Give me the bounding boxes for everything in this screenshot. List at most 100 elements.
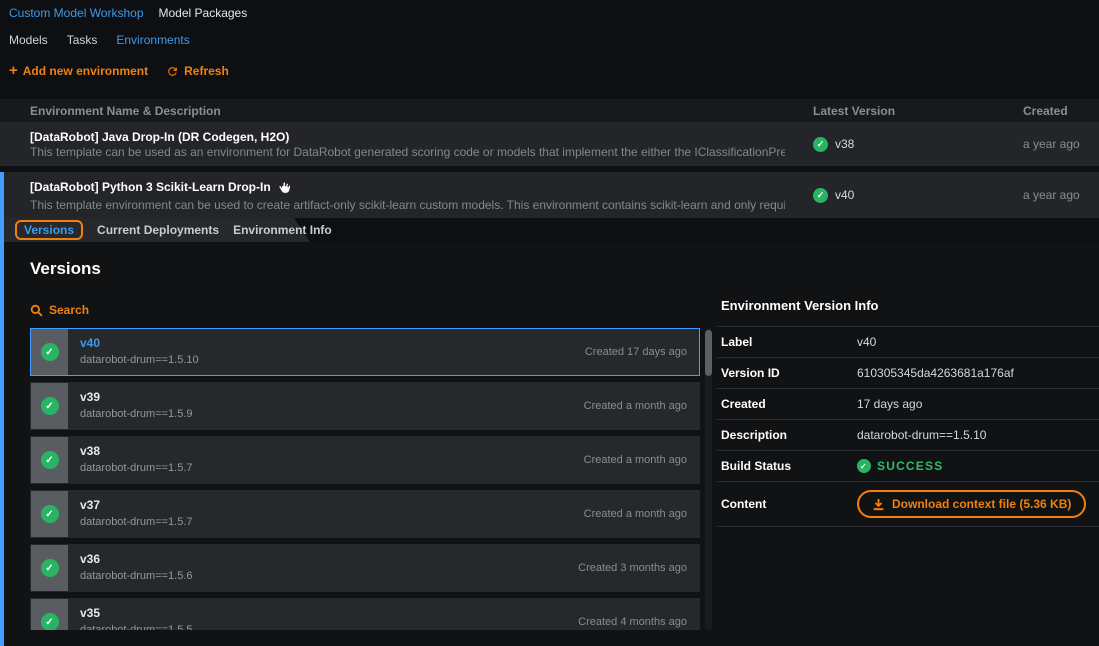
detail-tabs: Versions Current Deployments Environment… (4, 218, 1099, 242)
version-created: Created a month ago (584, 508, 699, 520)
info-field-label: Version ID (721, 366, 857, 380)
search-toggle[interactable]: Search (30, 303, 89, 317)
versions-detail-panel: Versions Search ✓ v40 datarobot-drum==1.… (4, 242, 1099, 646)
refresh-label: Refresh (184, 64, 229, 78)
version-item-v36[interactable]: ✓ v36 datarobot-drum==1.5.6 Created 3 mo… (30, 544, 700, 592)
created-cell: a year ago (993, 188, 1099, 202)
scrollbar-thumb[interactable] (705, 330, 712, 376)
environment-row-python3-sklearn-drop-in[interactable]: [DataRobot] Python 3 Scikit-Learn Drop-I… (4, 172, 1099, 218)
add-new-environment-button[interactable]: + Add new environment (9, 64, 148, 78)
latest-version-cell: ✓ v40 (785, 188, 993, 203)
info-row-build-status: Build Status ✓ SUCCESS (717, 450, 1099, 481)
check-circle-icon: ✓ (857, 459, 871, 473)
version-created: Created 4 months ago (578, 616, 699, 628)
info-field-label: Content (721, 497, 857, 511)
version-item-v37[interactable]: ✓ v37 datarobot-drum==1.5.7 Created a mo… (30, 490, 700, 538)
version-list: ✓ v40 datarobot-drum==1.5.10 Created 17 … (30, 328, 714, 630)
search-icon (30, 304, 43, 317)
tab-versions[interactable]: Versions (15, 220, 83, 240)
breadcrumb-custom-model-workshop[interactable]: Custom Model Workshop (9, 6, 144, 20)
expanded-environment-section: [DataRobot] Python 3 Scikit-Learn Drop-I… (0, 172, 1099, 646)
column-header-created: Created (993, 104, 1099, 118)
version-created: Created 3 months ago (578, 562, 699, 574)
version-status-strip: ✓ (31, 437, 68, 483)
environment-description: This template can be used as an environm… (30, 145, 785, 160)
nav-item-models[interactable]: Models (9, 33, 48, 47)
check-circle-icon: ✓ (41, 613, 59, 630)
version-created: Created 17 days ago (585, 346, 699, 358)
info-field-value: 610305345da4263681a176af (857, 366, 1014, 380)
environment-name: [DataRobot] Java Drop-In (DR Codegen, H2… (30, 129, 785, 145)
version-description: datarobot-drum==1.5.7 (80, 516, 572, 528)
environment-name: [DataRobot] Python 3 Scikit-Learn Drop-I… (30, 178, 785, 198)
download-button-label: Download context file (5.36 KB) (892, 497, 1071, 511)
version-item-v39[interactable]: ✓ v39 datarobot-drum==1.5.9 Created a mo… (30, 382, 700, 430)
refresh-button[interactable]: Refresh (166, 64, 229, 78)
version-item-v35[interactable]: ✓ v35 datarobot-drum==1.5.5 Created 4 mo… (30, 598, 700, 630)
refresh-icon (166, 65, 179, 78)
info-field-label: Created (721, 397, 857, 411)
nav-item-environments[interactable]: Environments (116, 33, 189, 47)
version-item-v40[interactable]: ✓ v40 datarobot-drum==1.5.10 Created 17 … (30, 328, 700, 376)
version-created: Created a month ago (584, 400, 699, 412)
build-status-text: SUCCESS (877, 459, 943, 473)
version-description: datarobot-drum==1.5.5 (80, 624, 566, 630)
tab-current-deployments[interactable]: Current Deployments (97, 223, 219, 237)
version-list-scrollbar[interactable] (705, 328, 712, 630)
breadcrumb-model-packages[interactable]: Model Packages (159, 6, 248, 20)
download-icon (872, 498, 885, 511)
detail-tab-bar: Versions Current Deployments Environment… (4, 218, 1099, 242)
info-row-content: Content Download context file (5.36 KB) (717, 481, 1099, 527)
latest-version-label: v40 (835, 188, 854, 202)
version-body: v35 datarobot-drum==1.5.5 (68, 599, 578, 630)
version-label: v36 (80, 552, 566, 566)
version-status-strip: ✓ (31, 329, 68, 375)
latest-version-label: v38 (835, 137, 854, 151)
version-label: v35 (80, 606, 566, 620)
version-body: v39 datarobot-drum==1.5.9 (68, 383, 584, 429)
environments-table-header: Environment Name & Description Latest Ve… (0, 99, 1099, 122)
info-row-created: Created 17 days ago (717, 388, 1099, 419)
column-header-latest-version: Latest Version (785, 104, 993, 118)
version-label: v37 (80, 498, 572, 512)
breadcrumb: Custom Model Workshop Model Packages (9, 6, 247, 20)
check-circle-icon: ✓ (813, 137, 828, 152)
environment-description: This template environment can be used to… (30, 198, 785, 213)
version-body: v38 datarobot-drum==1.5.7 (68, 437, 584, 483)
info-row-description: Description datarobot-drum==1.5.10 (717, 419, 1099, 450)
version-status-strip: ✓ (31, 491, 68, 537)
info-row-version-id: Version ID 610305345da4263681a176af (717, 357, 1099, 388)
section-nav: Models Tasks Environments (9, 33, 190, 47)
search-label: Search (49, 303, 89, 317)
info-field-value: 17 days ago (857, 397, 922, 411)
info-field-label: Label (721, 335, 857, 349)
version-label: v38 (80, 444, 572, 458)
version-description: datarobot-drum==1.5.6 (80, 570, 566, 582)
check-circle-icon: ✓ (41, 505, 59, 523)
version-status-strip: ✓ (31, 383, 68, 429)
info-field-label: Description (721, 428, 857, 442)
latest-version-cell: ✓ v38 (785, 137, 993, 152)
build-status-badge: ✓ SUCCESS (857, 459, 943, 473)
info-panel-heading: Environment Version Info (717, 298, 1099, 313)
environment-row-java-drop-in[interactable]: [DataRobot] Java Drop-In (DR Codegen, H2… (0, 122, 1099, 166)
version-description: datarobot-drum==1.5.7 (80, 462, 572, 474)
check-circle-icon: ✓ (41, 397, 59, 415)
created-cell: a year ago (993, 137, 1099, 151)
check-circle-icon: ✓ (41, 451, 59, 469)
environment-name-cell: [DataRobot] Java Drop-In (DR Codegen, H2… (0, 129, 785, 160)
version-label: v40 (80, 336, 573, 350)
tab-environment-info[interactable]: Environment Info (233, 223, 332, 237)
info-row-label: Label v40 (717, 326, 1099, 357)
version-body: v37 datarobot-drum==1.5.7 (68, 491, 584, 537)
info-field-label: Build Status (721, 459, 857, 473)
version-item-v38[interactable]: ✓ v38 datarobot-drum==1.5.7 Created a mo… (30, 436, 700, 484)
check-circle-icon: ✓ (41, 559, 59, 577)
version-body: v40 datarobot-drum==1.5.10 (68, 329, 585, 375)
download-context-file-button[interactable]: Download context file (5.36 KB) (857, 490, 1086, 518)
version-label: v39 (80, 390, 572, 404)
version-created: Created a month ago (584, 454, 699, 466)
action-bar: + Add new environment Refresh (9, 64, 229, 78)
check-circle-icon: ✓ (813, 188, 828, 203)
nav-item-tasks[interactable]: Tasks (67, 33, 98, 47)
